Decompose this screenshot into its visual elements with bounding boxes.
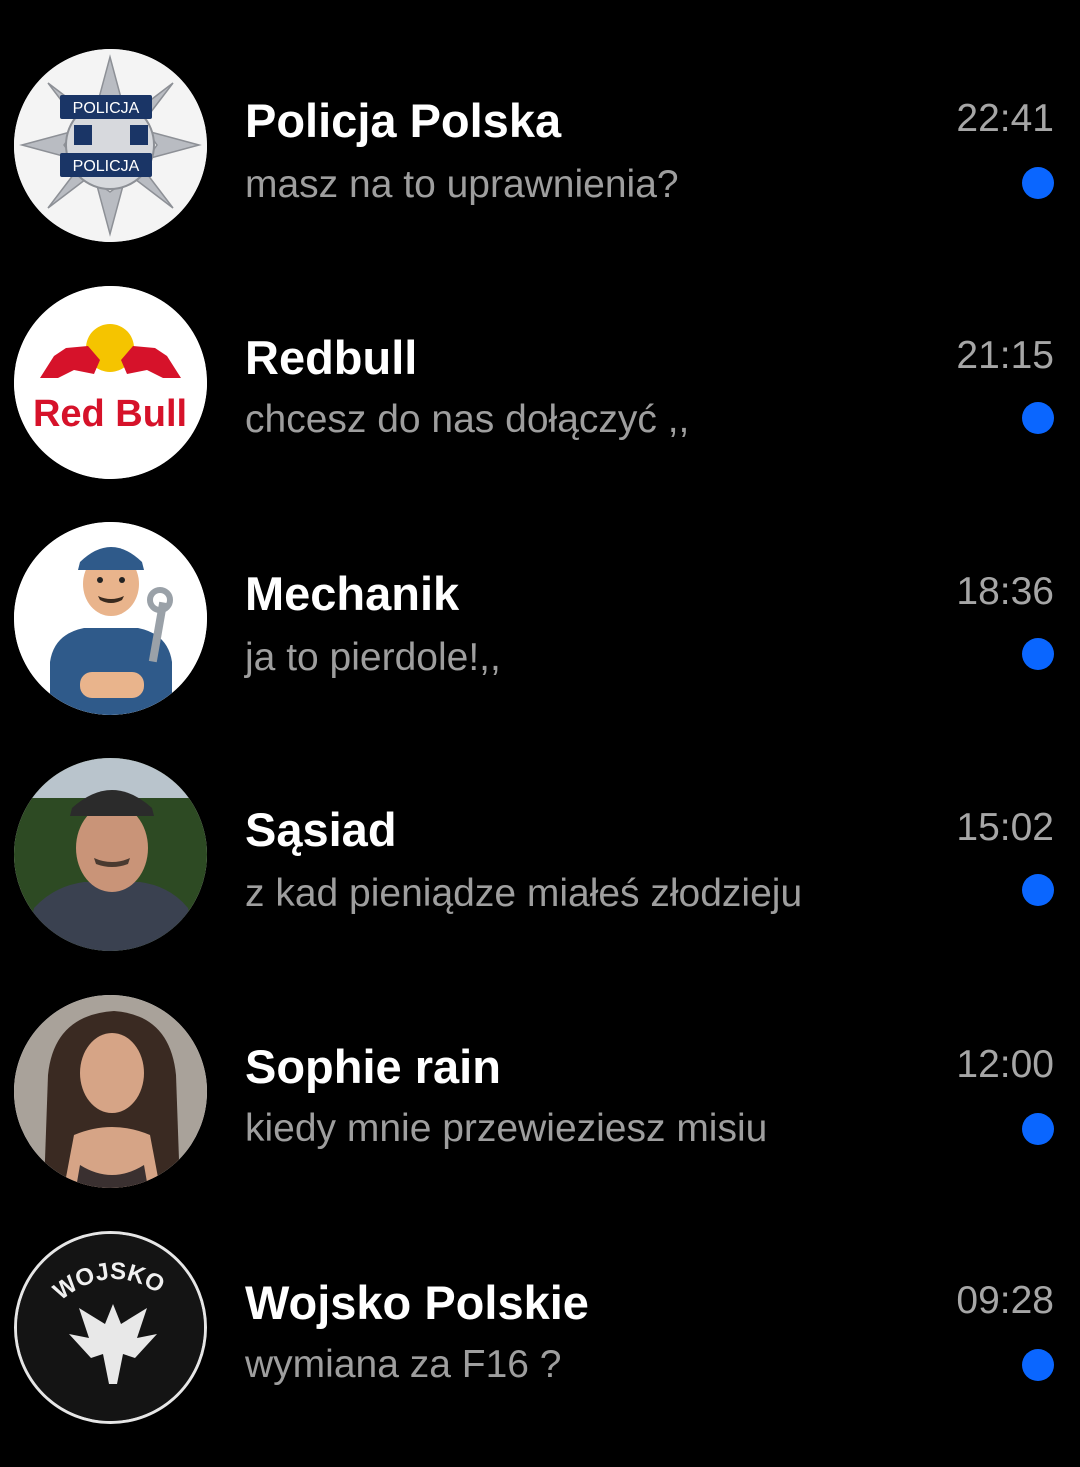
- unread-dot: [1022, 1349, 1054, 1381]
- chat-time: 21:15: [956, 334, 1054, 377]
- chat-time: 09:28: [956, 1279, 1054, 1322]
- army-eagle-avatar: WOJSKO: [14, 1231, 207, 1424]
- unread-dot: [1022, 1113, 1054, 1145]
- neighbor-photo-avatar: [14, 758, 207, 951]
- chat-row-wojsko-polskie[interactable]: WOJSKO Wojsko Polskie wymiana za F16 ? 0…: [0, 1231, 1080, 1467]
- unread-dot: [1022, 638, 1054, 670]
- chat-row-sophie-rain[interactable]: Sophie rain kiedy mnie przewieziesz misi…: [0, 995, 1080, 1231]
- chat-time: 22:41: [956, 97, 1054, 140]
- police-badge-bottom-text: POLICJA: [73, 158, 140, 175]
- chat-row-redbull[interactable]: Red Bull Redbull chcesz do nas dołączyć …: [0, 286, 1080, 522]
- unread-dot: [1022, 874, 1054, 906]
- unread-dot: [1022, 402, 1054, 434]
- chat-preview: masz na to uprawnienia?: [245, 163, 679, 206]
- police-badge-avatar: POLICJA POLICJA: [14, 49, 207, 242]
- chat-preview: z kad pieniądze miałeś złodzieju: [245, 872, 803, 915]
- chat-time: 12:00: [956, 1043, 1054, 1086]
- chat-preview: wymiana za F16 ?: [245, 1343, 562, 1386]
- redbull-logo-text: Red Bull: [33, 393, 187, 435]
- chat-preview: ja to pierdole!,,: [245, 636, 501, 679]
- chat-row-policja-polska[interactable]: POLICJA POLICJA Policja Polska masz na t…: [0, 49, 1080, 285]
- chat-preview: kiedy mnie przewieziesz misiu: [245, 1107, 768, 1150]
- mechanic-cartoon-avatar: [14, 522, 207, 715]
- chat-list: POLICJA POLICJA Policja Polska masz na t…: [0, 0, 1080, 1424]
- chat-name: Redbull: [245, 331, 418, 384]
- police-badge-top-text: POLICJA: [73, 100, 140, 117]
- chat-name: Sąsiad: [245, 803, 397, 856]
- chat-time: 15:02: [956, 806, 1054, 849]
- woman-photo-avatar: [14, 995, 207, 1188]
- chat-time: 18:36: [956, 570, 1054, 613]
- chat-name: Mechanik: [245, 567, 460, 620]
- chat-preview: chcesz do nas dołączyć ,,: [245, 398, 690, 441]
- chat-name: Sophie rain: [245, 1040, 501, 1093]
- redbull-logo-avatar: Red Bull: [14, 286, 207, 479]
- chat-name: Wojsko Polskie: [245, 1276, 589, 1329]
- chat-row-sasiad[interactable]: Sąsiad z kad pieniądze miałeś złodzieju …: [0, 758, 1080, 994]
- chat-row-mechanik[interactable]: Mechanik ja to pierdole!,, 18:36: [0, 522, 1080, 758]
- unread-dot: [1022, 167, 1054, 199]
- chat-name: Policja Polska: [245, 94, 562, 147]
